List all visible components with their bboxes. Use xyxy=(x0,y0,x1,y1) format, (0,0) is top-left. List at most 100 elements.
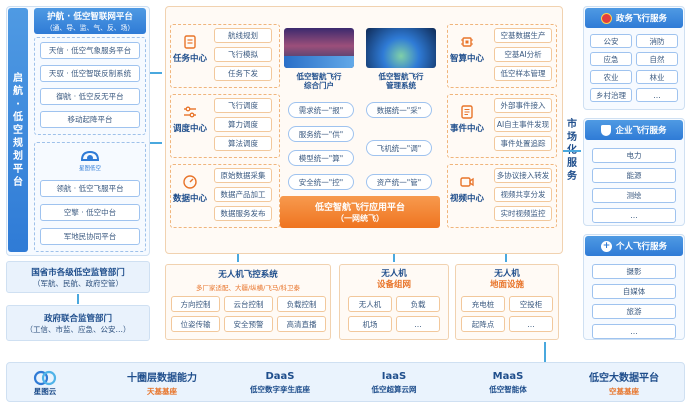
center-item: 航线规划 xyxy=(214,28,272,43)
xingtuyun-logo-icon xyxy=(33,370,57,385)
camera-icon xyxy=(459,174,475,190)
pill-supply: 服务统一"供" xyxy=(288,126,354,142)
footer-capability-subtitle: 空基基座 xyxy=(609,387,639,396)
qihang-planning-platform-bar: 启航 · 低空规划平台 xyxy=(8,8,28,252)
flight-control-item: 安全预警 xyxy=(224,316,273,332)
doc-icon xyxy=(459,104,475,120)
gov-service-item: 农业 xyxy=(590,70,632,84)
market-title-char: 市 xyxy=(567,118,577,130)
gov-service-title: 政务飞行服务 xyxy=(615,14,667,24)
center-item: 任务下发 xyxy=(214,66,272,81)
footer-capability: MaaS 低空智能体 xyxy=(456,366,560,400)
ground-title-line1: 无人机 xyxy=(494,269,520,279)
service-item: … xyxy=(592,208,676,223)
lowalt-item-midplatform: 空擎 · 低空中台 xyxy=(40,204,140,221)
gov-joint-regulator-title: 政府联合监管部门 xyxy=(43,313,112,324)
huhang-item-mobile-pad: 移动起降平台 xyxy=(40,111,140,128)
footer-capability: DaaS 低空数字孪生底座 xyxy=(228,366,332,400)
center-item: 外部事件接入 xyxy=(494,98,552,113)
center-label: 数据中心 xyxy=(172,194,207,204)
qihang-title-char: 平 xyxy=(13,163,23,175)
device-item: 充电桩 xyxy=(461,296,505,312)
gov-service-item: 消防 xyxy=(636,34,678,48)
national-regulator-subtitle: （军航、民航、政府空管） xyxy=(33,278,123,288)
center-label: 任务中心 xyxy=(172,54,207,64)
service-item: 摄影 xyxy=(592,264,676,279)
device-item: 无人机 xyxy=(348,296,392,312)
flight-application-platform-title: 低空智航飞行应用平台 xyxy=(314,203,405,213)
device-item: … xyxy=(509,316,553,332)
equipment-title: 无人机 设备组网 xyxy=(339,268,449,292)
lowalt-item-civil-military: 军地民协同平台 xyxy=(40,228,140,245)
xingtu-logo-icon xyxy=(80,150,100,161)
plus-icon: + xyxy=(600,240,612,252)
gov-service-item: 乡村治理 xyxy=(590,88,632,102)
center-item: 视频共享分发 xyxy=(494,187,552,202)
huhang-platform-header: 护航 · 低空智联网平台 （通、导、监、气、反、场） xyxy=(34,8,146,34)
national-regulator-box: 国省市各级低空监管部门 （军航、民航、政府空管） xyxy=(6,261,150,293)
huhang-platform-subtitle: （通、导、监、气、反、场） xyxy=(45,24,135,32)
huhang-item-anti-drone: 御航 · 低空反无平台 xyxy=(40,88,140,105)
center-item: 算法调度 xyxy=(214,136,272,151)
gov-service-item: 应急 xyxy=(590,52,632,66)
center-item: 空基数据生产 xyxy=(494,28,552,43)
national-regulator-title: 国省市各级低空监管部门 xyxy=(31,267,125,278)
center-right-arrow xyxy=(563,150,581,152)
pill-control: 安全统一"控" xyxy=(288,174,354,190)
service-item: 电力 xyxy=(592,148,676,163)
center-item: 实时视频监控 xyxy=(494,206,552,221)
portal-image-2 xyxy=(366,28,436,68)
center-item: 飞行模拟 xyxy=(214,47,272,62)
market-title-char: 场 xyxy=(567,131,577,143)
ground-title: 无人机 地面设施 xyxy=(455,268,559,292)
left-center-arrow-top xyxy=(150,72,162,74)
gauge-icon xyxy=(182,174,198,190)
footer-capability-subtitle: 天基基座 xyxy=(147,387,177,396)
center-label: 调度中心 xyxy=(172,124,207,134)
footer-capability-title: DaaS xyxy=(265,371,295,382)
bottom-up-arrow xyxy=(544,342,546,362)
gov-emblem-icon xyxy=(600,12,612,24)
service-item: 自媒体 xyxy=(592,284,676,299)
gov-service-item: 自然 xyxy=(636,52,678,66)
center-item: 算力调度 xyxy=(214,117,272,132)
footer-capability-title: 十圈层数据能力 xyxy=(127,373,197,384)
footer-capability-subtitle: 低空数字孪生底座 xyxy=(250,385,310,394)
service-item: 测绘 xyxy=(592,188,676,203)
flight-control-item: 方向控制 xyxy=(171,296,220,312)
qihang-title-char: 划 xyxy=(13,150,23,162)
device-item: 空投柜 xyxy=(509,296,553,312)
center-down-arrow-1 xyxy=(237,254,239,262)
qihang-title-char: 台 xyxy=(13,176,23,188)
xingtu-lowalt-logo-text: 星图低空 xyxy=(78,166,101,172)
gov-service-item: 林业 xyxy=(636,70,678,84)
center-label: 视频中心 xyxy=(449,194,484,204)
service-item: 旅游 xyxy=(592,304,676,319)
qihang-title-char: 空 xyxy=(13,124,23,136)
device-item: 机场 xyxy=(348,316,392,332)
qihang-title-char: 航 xyxy=(13,85,23,97)
center-label: 事件中心 xyxy=(449,124,484,134)
qihang-planning-platform-title: 启航 · 低空规划平台 xyxy=(13,72,23,189)
equipment-title-line1: 无人机 xyxy=(381,269,407,279)
portal-label-2[interactable]: 低空智航飞行 管理系统 xyxy=(366,70,436,92)
center-down-arrow-2 xyxy=(393,254,395,262)
gov-joint-regulator-subtitle: （工信、市监、应急、公安…） xyxy=(25,324,131,334)
center-item: 多协议接入转发 xyxy=(494,168,552,183)
sliders-icon xyxy=(182,104,198,120)
pill-compute: 模型统一"算" xyxy=(288,150,354,166)
huhang-item-weather: 天信 · 低空气象服务平台 xyxy=(40,42,140,59)
task-icon xyxy=(182,34,198,50)
portal-label-1[interactable]: 低空智航飞行 综合门户 xyxy=(284,70,354,92)
center-down-arrow-3 xyxy=(505,254,507,262)
flight-control-item: 云台控制 xyxy=(224,296,273,312)
qihang-title-char: 启 xyxy=(13,72,23,84)
portal-image-1 xyxy=(284,28,354,68)
device-item: 负载 xyxy=(396,296,440,312)
gov-service-item: … xyxy=(636,88,678,102)
pill-dispatch: 飞机统一"调" xyxy=(366,140,432,156)
center-item: 飞行调度 xyxy=(214,98,272,113)
market-title-char: 服 xyxy=(567,157,577,169)
gov-service-header: 政务飞行服务 xyxy=(585,8,683,28)
footer-capability: IaaS 低空超算云网 xyxy=(342,366,446,400)
